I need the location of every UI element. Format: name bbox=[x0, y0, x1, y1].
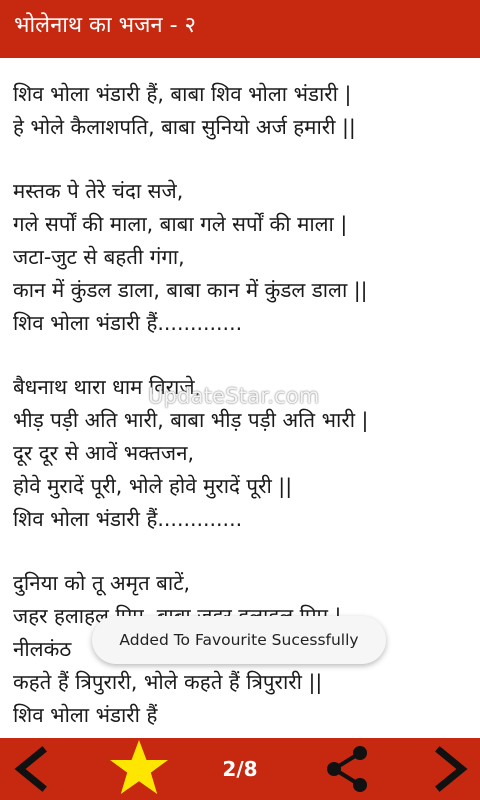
lyrics-line: मस्तक पे तेरे चंदा सजे, bbox=[13, 179, 184, 203]
watermark: UpdateStar.com bbox=[148, 384, 320, 408]
page-title: भोलेनाथ का भजन - २ bbox=[14, 13, 196, 38]
lyrics-line: शिव भोला भंडारी हैं............. bbox=[13, 507, 243, 531]
toast-message: Added To Favourite Sucessfully bbox=[92, 616, 386, 664]
lyrics-line: शिव भोला भंडारी हैं............. bbox=[13, 311, 243, 335]
page-indicator: 2/8 bbox=[222, 757, 258, 781]
bottom-toolbar: 2/8 bbox=[0, 738, 480, 800]
lyrics-line: हे भोले कैलाशपति, बाबा सुनियो अर्ज हमारी… bbox=[13, 115, 356, 139]
lyrics-line: भीड़ पड़ी अति भारी, बाबा भीड़ पड़ी अति भ… bbox=[13, 408, 369, 432]
lyrics-line: शिव भोला भंडारी हैं, बाबा शिव भोला भंडार… bbox=[13, 82, 352, 106]
lyrics-line: दूर दूर से आवें भक्तजन, bbox=[13, 441, 195, 465]
lyrics-line: जटा-जुट से बहती गंगा, bbox=[13, 245, 185, 269]
lyrics-stanza: मस्तक पे तेरे चंदा सजे, गले सर्पों की माल… bbox=[13, 175, 473, 340]
share-button[interactable] bbox=[322, 738, 372, 800]
lyrics-line: कहते हैं त्रिपुरारी, भोले कहते हैं त्रिप… bbox=[13, 670, 323, 694]
lyrics-line: शिव भोला भंडारी हैं bbox=[13, 703, 158, 727]
lyrics-stanza: शिव भोला भंडारी हैं, बाबा शिव भोला भंडार… bbox=[13, 78, 473, 144]
lyrics-line: कान में कुंडल डाला, बाबा कान में कुंडल ड… bbox=[13, 278, 368, 302]
lyrics-line: होवे मुरादें पूरी, भोले होवे मुरादें पूर… bbox=[13, 474, 293, 498]
favourite-button[interactable] bbox=[104, 738, 174, 800]
chevron-right-icon bbox=[435, 746, 468, 792]
star-icon bbox=[110, 740, 168, 794]
lyrics-line: गले सर्पों की माला, बाबा गले सर्पों की म… bbox=[13, 212, 348, 236]
share-icon bbox=[327, 746, 367, 792]
next-button[interactable] bbox=[430, 738, 476, 800]
app-bar: भोलेनाथ का भजन - २ bbox=[0, 0, 480, 58]
lyrics-line: दुनिया को तू अमृत बाटें, bbox=[13, 571, 191, 595]
previous-button[interactable] bbox=[6, 738, 52, 800]
chevron-left-icon bbox=[14, 746, 47, 792]
